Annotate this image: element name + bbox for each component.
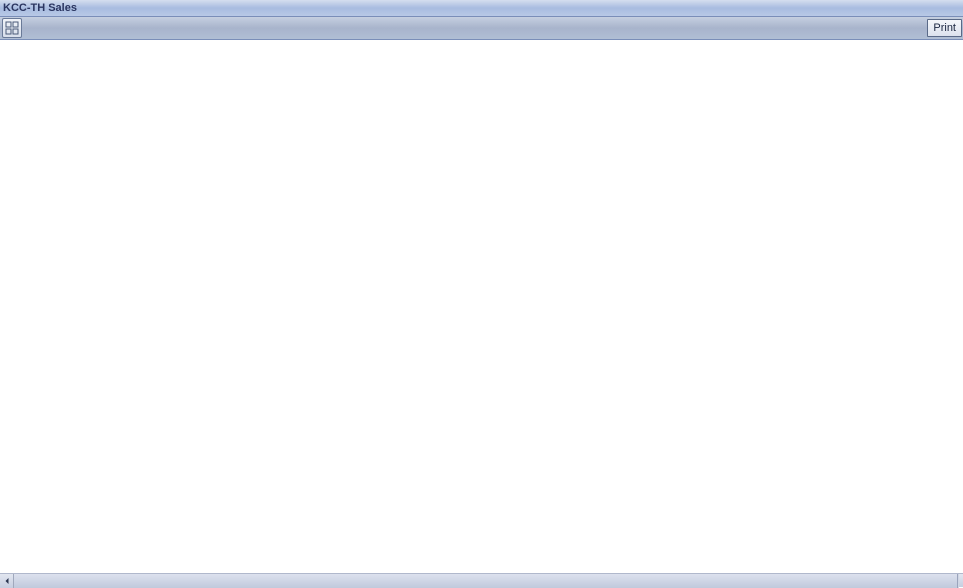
- grid-view-button[interactable]: [2, 18, 22, 38]
- chevron-left-icon: [3, 577, 11, 585]
- print-button[interactable]: Print: [927, 19, 962, 37]
- print-button-label: Print: [933, 22, 956, 34]
- title-bar: KCC-TH Sales: [0, 0, 963, 17]
- scroll-divider: [957, 574, 959, 588]
- content-area: [0, 40, 963, 573]
- toolbar-left-group: [1, 18, 22, 38]
- toolbar: Print: [0, 17, 963, 40]
- horizontal-scrollbar[interactable]: [0, 573, 963, 587]
- window-title: KCC-TH Sales: [3, 2, 77, 14]
- grid-icon: [5, 21, 19, 35]
- toolbar-right-group: Print: [927, 19, 962, 37]
- scroll-left-button[interactable]: [0, 574, 14, 588]
- scroll-track[interactable]: [14, 574, 957, 588]
